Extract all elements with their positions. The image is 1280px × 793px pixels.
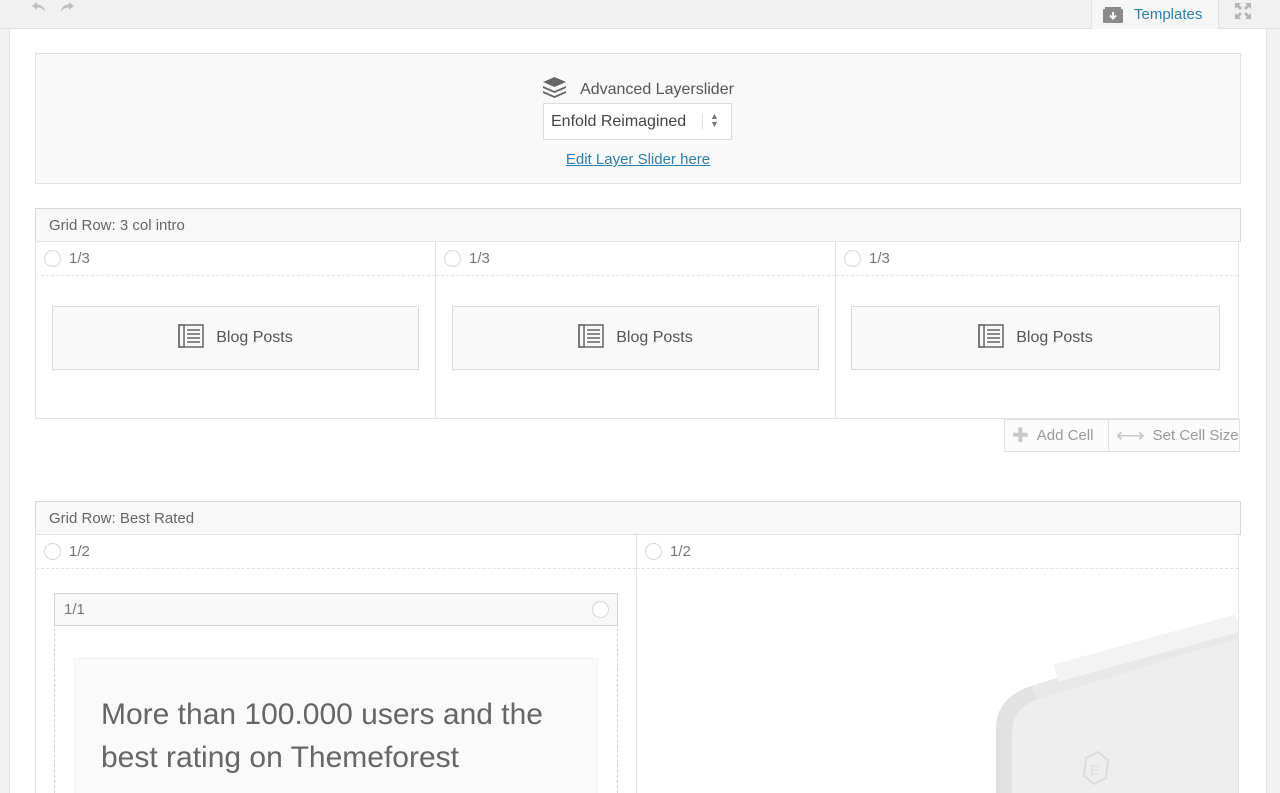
layers-icon [542,76,567,103]
scroll-edge [1267,29,1280,793]
text-block-element[interactable]: More than 100.000 users and the best rat… [74,658,598,793]
cell-size-label[interactable]: 1/3 [69,250,90,267]
svg-text:E: E [1090,762,1099,778]
cell-size-label[interactable]: 1/3 [869,250,890,267]
inner-column-size[interactable]: 1/1 [64,601,592,618]
builder-toolbar: Templates [0,0,1280,29]
edit-layer-slider-link[interactable]: Edit Layer Slider here [566,151,710,168]
select-arrows-icon: ▲ ▼ [710,111,719,129]
cell-select-radio[interactable] [444,250,461,267]
layerslider-element[interactable]: Advanced Layerslider Enfold Reimagined ▲… [35,53,1241,184]
cell-select-radio[interactable] [44,543,61,560]
cell-size-label[interactable]: 1/2 [670,543,691,560]
grid-cell: 1/3 Blog Posts [835,241,1239,419]
layerslider-select[interactable]: Enfold Reimagined ▲ ▼ [543,103,732,140]
add-cell-label: Add Cell [1036,427,1094,444]
inner-column-header[interactable]: 1/1 [54,593,618,626]
blog-posts-icon [978,323,1004,353]
cell-size-label[interactable]: 1/3 [469,250,490,267]
blog-posts-icon [578,323,604,353]
add-cell-button[interactable]: ✚ Add Cell [1004,419,1109,452]
redo-icon[interactable] [57,0,77,20]
inner-column-radio[interactable] [592,601,609,618]
layerslider-select-value: Enfold Reimagined [551,112,687,130]
plus-icon: ✚ [1012,424,1029,447]
inner-column: 1/1 More than 100.000 users and the best… [54,593,618,793]
cell-select-radio[interactable] [44,250,61,267]
grid-cell: 1/3 Blog Posts [35,241,436,419]
undo-icon[interactable] [29,0,49,20]
templates-button[interactable]: Templates [1091,0,1219,29]
grid-row-header[interactable]: Grid Row: 3 col intro [35,208,1241,242]
blog-posts-label: Blog Posts [216,329,293,346]
device-mockup-image: E [636,568,1238,793]
templates-icon [1102,6,1124,24]
templates-label: Templates [1134,6,1203,23]
cell-size-label[interactable]: 1/2 [69,543,90,560]
fullscreen-icon[interactable] [1226,0,1260,22]
layerslider-title: Advanced Layerslider [580,80,734,98]
blog-posts-element[interactable]: Blog Posts [52,306,419,370]
resize-horizontal-icon: ⟷ [1116,424,1145,447]
blog-posts-label: Blog Posts [616,329,693,346]
blog-posts-element[interactable]: Blog Posts [452,306,819,370]
grid-cell: 1/3 Blog Posts [435,241,836,419]
blog-posts-label: Blog Posts [1016,329,1093,346]
blog-posts-element[interactable]: Blog Posts [851,306,1220,370]
cell-select-radio[interactable] [645,543,662,560]
set-cell-size-button[interactable]: ⟷ Set Cell Size [1108,419,1240,452]
grid-row-header[interactable]: Grid Row: Best Rated [35,501,1241,535]
set-cell-size-label: Set Cell Size [1152,427,1239,444]
text-block-content: More than 100.000 users and the best rat… [101,698,543,774]
blog-posts-icon [178,323,204,353]
cell-select-radio[interactable] [844,250,861,267]
